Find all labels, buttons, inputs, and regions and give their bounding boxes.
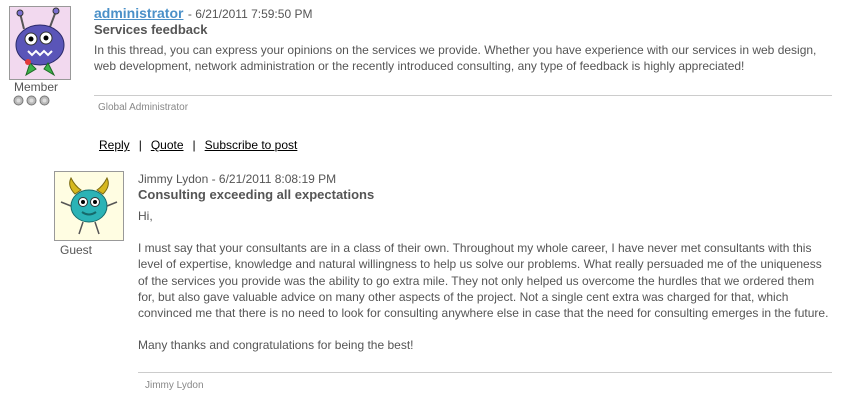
post-body: In this thread, you can express your opi… [94, 43, 817, 74]
subscribe-link[interactable]: Subscribe to post [205, 138, 298, 152]
role-member: Member [14, 80, 59, 94]
role-guest: Guest [60, 243, 93, 257]
post-greeting: Hi, [138, 209, 153, 223]
silver-medal-icon [39, 95, 50, 106]
signature: Global Administrator [98, 102, 189, 113]
signature: Jimmy Lydon [145, 380, 204, 391]
post-body: Hi, I must say that your consultants are… [138, 208, 831, 353]
post-timestamp: - 6/21/2011 8:08:19 PM [211, 172, 337, 186]
post2-header: Jimmy Lydon - 6/21/2011 8:08:19 PM [138, 172, 336, 186]
silver-medal-icon [13, 95, 24, 106]
separator: | [138, 138, 142, 152]
silver-medal-icon [26, 95, 37, 106]
author-name: Jimmy Lydon [138, 172, 209, 186]
quote-link[interactable]: Quote [151, 138, 184, 152]
medals [13, 94, 50, 106]
post-timestamp: - 6/21/2011 7:59:50 PM [187, 7, 313, 21]
post-closing: Many thanks and congratulations for bein… [138, 338, 414, 353]
divider [138, 372, 832, 373]
post1-header: administrator - 6/21/2011 7:59:50 PM [94, 5, 312, 23]
author-link[interactable]: administrator [94, 5, 183, 21]
avatar-jimmy-lydon [54, 171, 124, 241]
teal-monster-icon [60, 176, 118, 235]
reply-link[interactable]: Reply [99, 138, 130, 152]
post-paragraph: I must say that your consultants are in … [138, 241, 829, 321]
post-subject: Consulting exceeding all expectations [138, 187, 375, 202]
separator: | [192, 138, 196, 152]
post-subject: Services feedback [94, 22, 208, 37]
purple-monster-icon [15, 7, 65, 77]
post-actions: Reply | Quote | Subscribe to post [99, 138, 297, 152]
divider [94, 95, 832, 96]
avatar-administrator [9, 6, 71, 80]
